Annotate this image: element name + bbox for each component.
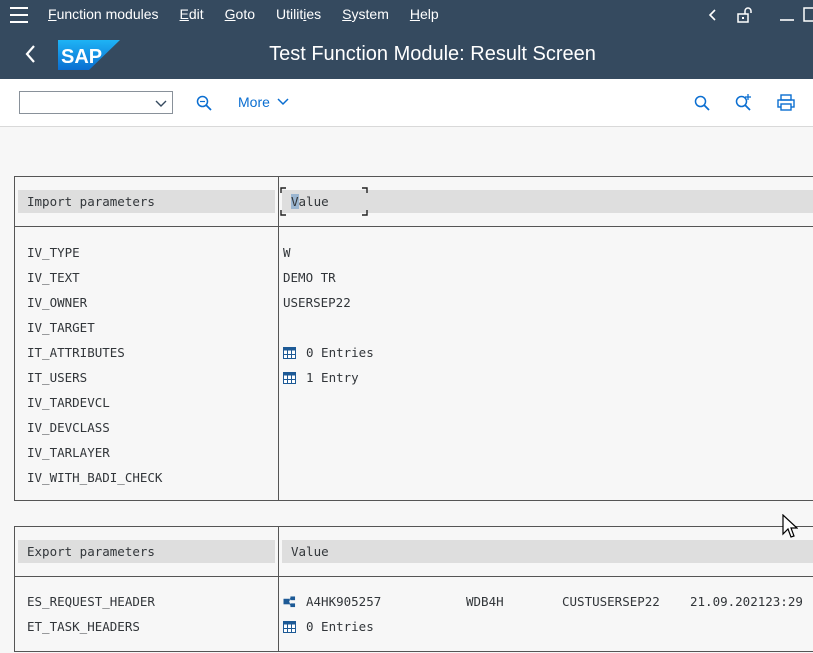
chevron-down-icon <box>277 98 289 106</box>
param-name: IV_TARDEVCL <box>27 395 110 410</box>
import-header-name: Import parameters <box>18 190 275 213</box>
print-icon[interactable] <box>777 94 795 111</box>
param-value: W <box>283 245 291 260</box>
menu-label-mnemonic: S <box>342 6 352 22</box>
param-value: USERSEP22 <box>283 295 351 310</box>
param-name: IV_DEVCLASS <box>27 420 110 435</box>
export-header-value: Value <box>282 540 813 563</box>
menu-utilities[interactable]: Utilities <box>276 6 321 22</box>
request-number: A4HK905257 <box>306 594 382 609</box>
more-button[interactable]: More <box>238 94 289 110</box>
param-name: IT_ATTRIBUTES <box>27 345 125 360</box>
param-name: IV_TARLAYER <box>27 445 110 460</box>
menu-label: elp <box>419 6 439 22</box>
mouse-pointer-icon <box>782 514 798 538</box>
param-value: 0 Entries <box>306 345 374 360</box>
menu-system[interactable]: System <box>342 6 389 22</box>
page-title: Test Function Module: Result Screen <box>269 43 596 65</box>
menu-goto[interactable]: Goto <box>225 6 255 22</box>
table-icon <box>283 347 296 359</box>
menu-function-modules[interactable]: Function modules <box>48 6 159 22</box>
collapse-left-icon[interactable] <box>706 8 720 22</box>
request-system: WDB4H <box>466 594 504 609</box>
menu-label: Utilit <box>276 6 304 22</box>
unlock-icon[interactable] <box>736 6 754 24</box>
param-name: IT_USERS <box>27 370 88 385</box>
search-icon[interactable] <box>694 95 710 111</box>
structure-value-link[interactable]: A4HK905257 WDB4H CUSTUSERSEP22 21.09.202… <box>283 592 803 612</box>
export-header-name: Export parameters <box>18 540 275 563</box>
param-name: IV_TEXT <box>27 270 80 285</box>
table-value-link[interactable]: 0 Entries <box>283 617 374 637</box>
menu-label: ystem <box>351 6 389 22</box>
menu-label: oto <box>235 6 256 22</box>
param-name: ES_REQUEST_HEADER <box>27 594 155 609</box>
menu-label-mnemonic: F <box>48 6 57 22</box>
structure-icon <box>283 596 296 608</box>
more-label: More <box>238 94 270 110</box>
column-divider <box>278 527 279 651</box>
header-separator <box>15 576 813 577</box>
menu-label-mnemonic: G <box>224 6 236 22</box>
selection-brackets <box>280 187 368 216</box>
menu-label-mnemonic: H <box>409 6 420 22</box>
param-value: 1 Entry <box>306 370 359 385</box>
table-value-link[interactable]: 1 Entry <box>283 368 359 388</box>
param-name: IV_TARGET <box>27 320 95 335</box>
param-name: IV_WITH_BADI_CHECK <box>27 470 163 485</box>
find-next-icon[interactable] <box>735 93 753 111</box>
menu-icon[interactable] <box>10 7 28 23</box>
menu-label: unction modules <box>56 6 159 22</box>
command-field[interactable] <box>19 91 173 114</box>
menu-bar: Function modules Edit Goto Utilities Sys… <box>0 0 813 30</box>
table-icon <box>283 621 296 633</box>
menu-edit[interactable]: Edit <box>180 6 204 22</box>
export-parameters-table: Export parameters Value ES_REQUEST_HEADE… <box>14 526 813 652</box>
param-value: DEMO TR <box>283 270 336 285</box>
title-bar: SAP Test Function Module: Result Screen <box>0 30 813 79</box>
param-value: 0 Entries <box>306 619 374 634</box>
chevron-down-icon[interactable] <box>154 96 168 110</box>
menu-items: Function modules Edit Goto Utilities Sys… <box>48 6 460 22</box>
param-name: IV_OWNER <box>27 295 88 310</box>
toolbar: More <box>0 79 813 127</box>
request-date: 21.09.202123:29 <box>690 594 803 609</box>
minimize-icon[interactable] <box>779 8 795 22</box>
menu-label: es <box>306 6 322 22</box>
param-name: ET_TASK_HEADERS <box>27 619 140 634</box>
request-owner: CUSTUSERSEP22 <box>562 594 660 609</box>
menu-help[interactable]: Help <box>410 6 439 22</box>
table-icon <box>283 372 296 384</box>
find-icon[interactable] <box>196 95 212 111</box>
import-parameters-table: Import parameters Value IV_TYPE W IV_TEX… <box>14 176 813 501</box>
menu-label-mnemonic: E <box>179 6 189 22</box>
maximize-icon[interactable] <box>803 7 813 23</box>
menu-label: dit <box>188 6 204 22</box>
header-separator <box>15 226 813 227</box>
table-value-link[interactable]: 0 Entries <box>283 343 374 363</box>
param-name: IV_TYPE <box>27 245 80 260</box>
